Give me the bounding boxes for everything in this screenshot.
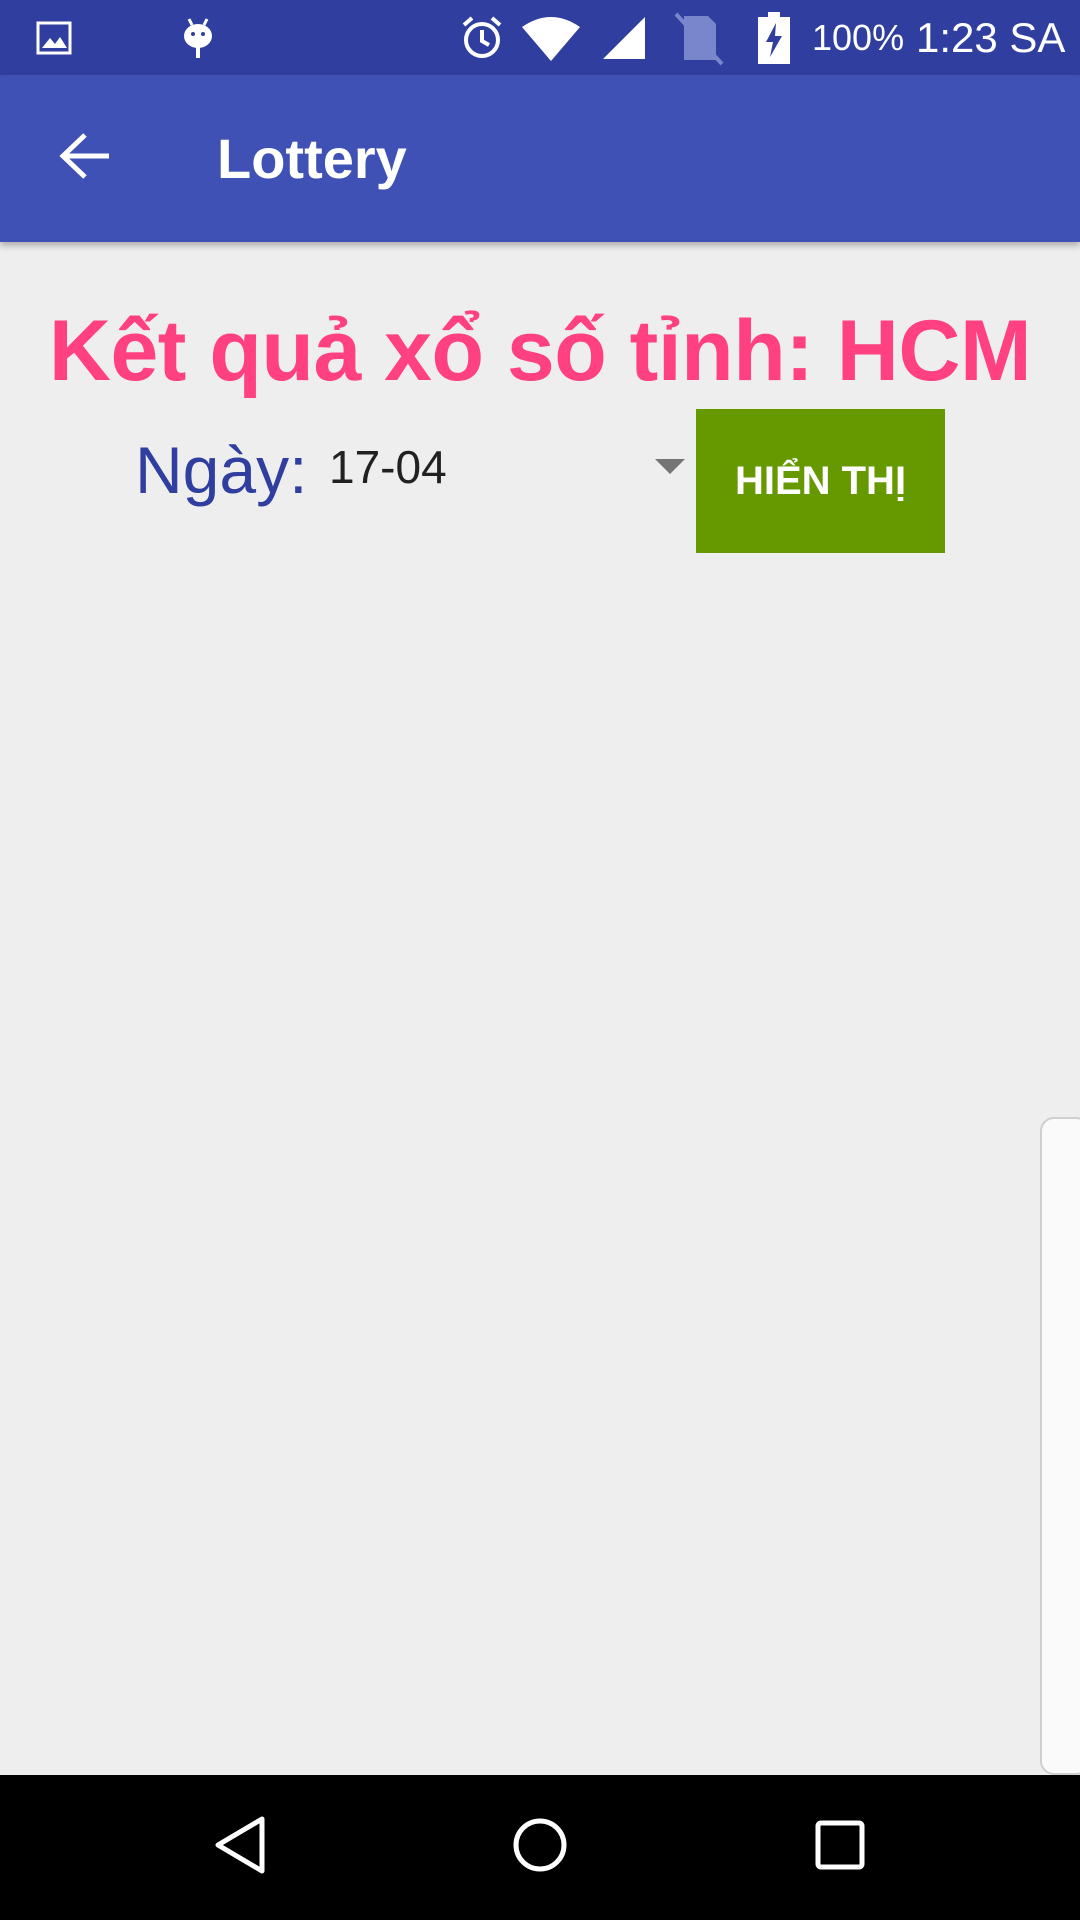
signal-icon	[600, 0, 648, 75]
date-spinner-value: 17-04	[329, 441, 447, 493]
alarm-icon	[458, 0, 506, 75]
navigation-bar	[0, 1775, 1080, 1920]
back-button[interactable]	[40, 113, 130, 203]
recents-square-icon	[814, 1819, 866, 1876]
home-circle-icon	[512, 1817, 568, 1878]
app-bar: Lottery	[0, 75, 1080, 242]
arrow-back-icon	[59, 132, 111, 185]
app-title: Lottery	[217, 127, 407, 190]
status-bar: 100% 1:23 SA	[0, 0, 1080, 75]
nav-back-button[interactable]	[180, 1775, 300, 1920]
nav-home-button[interactable]	[480, 1775, 600, 1920]
no-sim-icon	[668, 0, 728, 75]
battery-percent: 100%	[812, 16, 905, 58]
back-triangle-icon	[212, 1815, 268, 1880]
date-spinner[interactable]: 17-04	[315, 417, 685, 517]
side-panel-edge[interactable]	[1040, 1117, 1080, 1775]
status-time: 1:23 SA	[916, 13, 1066, 61]
dropdown-arrow-icon	[655, 459, 685, 474]
show-button[interactable]: HIỂN THỊ	[696, 409, 945, 553]
nav-recents-button[interactable]	[780, 1775, 900, 1920]
android-debug-icon	[178, 0, 218, 75]
image-icon	[34, 0, 74, 75]
main-content: Kết quả xổ số tỉnh: HCM Ngày: 17-04 HIỂN…	[0, 242, 1080, 1775]
wifi-icon	[520, 0, 582, 75]
page-title: Kết quả xổ số tỉnh: HCM	[48, 303, 1032, 399]
battery-charging-icon	[756, 0, 792, 75]
date-label: Ngày:	[135, 433, 308, 507]
